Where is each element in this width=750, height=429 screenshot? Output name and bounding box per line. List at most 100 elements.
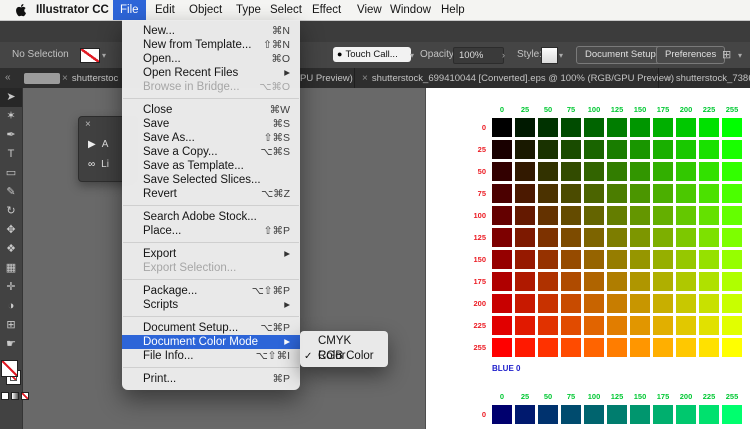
touch-workspace-dropdown[interactable]: ●Touch Call... bbox=[333, 47, 411, 62]
hand-tool[interactable]: ☛ bbox=[0, 335, 22, 354]
submenu-item-cmyk-color[interactable]: CMYK Color bbox=[300, 334, 388, 349]
fill-none-swatch[interactable] bbox=[80, 48, 100, 63]
menu-item-close[interactable]: Close⌘W bbox=[122, 103, 300, 117]
menu-item-document-setup[interactable]: Document Setup...⌥⌘P bbox=[122, 321, 300, 335]
menu-item-label: Save Selected Slices... bbox=[143, 173, 261, 187]
green-axis-label: 125 bbox=[607, 391, 627, 402]
red-axis-label: 0 bbox=[467, 118, 489, 137]
selection-status: No Selection bbox=[12, 49, 69, 60]
opacity-stepper-chevron[interactable]: › bbox=[502, 50, 505, 60]
toolbar-tab-handle[interactable] bbox=[24, 73, 60, 84]
document-tab[interactable]: ×shutterstoc bbox=[62, 68, 118, 88]
rectangle-tool[interactable]: ▭ bbox=[0, 164, 22, 183]
color-cell bbox=[561, 250, 581, 269]
color-cell bbox=[722, 140, 742, 159]
pen-tool[interactable]: ✒ bbox=[0, 126, 22, 145]
tab-close-icon[interactable]: × bbox=[362, 73, 368, 84]
menu-item-new[interactable]: New...⌘N bbox=[122, 24, 300, 38]
submenu-item-rgb-color[interactable]: ✓RGB Color bbox=[300, 349, 388, 364]
menubar-item-help[interactable]: Help bbox=[434, 0, 472, 20]
menu-item-export[interactable]: Export▶ bbox=[122, 247, 300, 261]
menu-item-print[interactable]: Print...⌘P bbox=[122, 372, 300, 386]
menu-item-label: Save a Copy... bbox=[143, 145, 218, 159]
type-tool[interactable]: T bbox=[0, 145, 22, 164]
menu-item-document-color-mode[interactable]: Document Color Mode▶ bbox=[122, 335, 300, 349]
panel-row2-label[interactable]: Li bbox=[101, 159, 109, 170]
menu-item-shortcut: ⌥⌘Z bbox=[261, 187, 290, 201]
style-chevron-icon[interactable]: ▾ bbox=[559, 51, 563, 60]
gradient-mode-button[interactable] bbox=[11, 392, 19, 400]
menu-item-export-selection[interactable]: Export Selection... bbox=[122, 261, 300, 275]
menubar-item-effect[interactable]: Effect bbox=[305, 0, 348, 20]
color-cell bbox=[699, 140, 719, 159]
menubar-item-window[interactable]: Window bbox=[383, 0, 438, 20]
menu-item-file-info[interactable]: File Info...⌥⇧⌘I bbox=[122, 349, 300, 363]
color-cell bbox=[653, 140, 673, 159]
color-cell bbox=[676, 272, 696, 291]
color-cell bbox=[515, 118, 535, 137]
menu-item-save-a-copy[interactable]: Save a Copy...⌥⌘S bbox=[122, 145, 300, 159]
color-cell bbox=[630, 272, 650, 291]
menu-item-scripts[interactable]: Scripts▶ bbox=[122, 298, 300, 312]
collapse-panel-icon[interactable]: « bbox=[5, 68, 11, 88]
menu-item-save[interactable]: Save⌘S bbox=[122, 117, 300, 131]
opacity-input[interactable]: 100% bbox=[453, 47, 504, 64]
axis-corner bbox=[467, 104, 489, 115]
panel-close-icon[interactable]: × bbox=[85, 119, 91, 130]
green-axis-label: 125 bbox=[607, 104, 627, 115]
magic-wand-tool[interactable]: ✶ bbox=[0, 107, 22, 126]
workspace-chevron-icon[interactable]: ▾ bbox=[738, 51, 742, 60]
blend-tool[interactable]: ◑ bbox=[0, 297, 22, 316]
menubar-item-illustrator-cc[interactable]: Illustrator CC bbox=[29, 0, 116, 20]
pencil-tool[interactable]: ✎ bbox=[0, 183, 22, 202]
symbol-sprayer-tool[interactable]: ❖ bbox=[0, 240, 22, 259]
fill-color-swatch[interactable] bbox=[1, 360, 18, 377]
menu-item-save-selected-slices[interactable]: Save Selected Slices... bbox=[122, 173, 300, 187]
selection-tool[interactable]: ➤ bbox=[0, 88, 22, 107]
document-setup-button[interactable]: Document Setup bbox=[576, 46, 665, 64]
menu-item-label: Place... bbox=[143, 224, 181, 238]
menu-item-open-recent-files[interactable]: Open Recent Files▶ bbox=[122, 66, 300, 80]
menubar-item-object[interactable]: Object bbox=[182, 0, 229, 20]
workspace-switcher-icon[interactable]: ⊞ bbox=[722, 48, 731, 61]
color-cell bbox=[538, 316, 558, 335]
menu-item-revert[interactable]: Revert⌥⌘Z bbox=[122, 187, 300, 201]
menu-item-new-from-template[interactable]: New from Template...⇧⌘N bbox=[122, 38, 300, 52]
fill-chevron-icon[interactable]: ▾ bbox=[102, 51, 106, 60]
mesh-tool[interactable]: ▦ bbox=[0, 259, 22, 278]
document-tab[interactable]: ×shutterstock_699410044 [Converted].eps … bbox=[354, 68, 674, 88]
color-cell bbox=[515, 140, 535, 159]
rotate-tool[interactable]: ↻ bbox=[0, 202, 22, 221]
menu-item-browse-in-bridge[interactable]: Browse in Bridge...⌥⌘O bbox=[122, 80, 300, 94]
menubar-item-select[interactable]: Select bbox=[263, 0, 309, 20]
document-tab[interactable]: PU Preview) bbox=[300, 68, 353, 88]
artboard-tool[interactable]: ⊞ bbox=[0, 316, 22, 335]
green-axis-label: 255 bbox=[722, 104, 742, 115]
free-transform-tool[interactable]: ✥ bbox=[0, 221, 22, 240]
panel-row1-label[interactable]: A bbox=[102, 139, 109, 150]
menu-item-open[interactable]: Open...⌘O bbox=[122, 52, 300, 66]
color-cell bbox=[607, 228, 627, 247]
style-swatch[interactable] bbox=[541, 47, 558, 64]
menu-item-save-as[interactable]: Save As...⇧⌘S bbox=[122, 131, 300, 145]
color-cell bbox=[584, 294, 604, 313]
document-tab[interactable]: ×shutterstock_7386560 bbox=[658, 68, 750, 88]
none-mode-button[interactable] bbox=[21, 392, 29, 400]
eyedropper-tool[interactable]: ✛ bbox=[0, 278, 22, 297]
color-mode-button[interactable] bbox=[1, 392, 9, 400]
tab-close-icon[interactable]: × bbox=[666, 73, 672, 84]
color-cell bbox=[561, 294, 581, 313]
menubar-item-file[interactable]: File bbox=[113, 0, 146, 20]
preferences-button[interactable]: Preferences bbox=[656, 46, 725, 64]
menu-item-search-adobe-stock[interactable]: Search Adobe Stock... bbox=[122, 210, 300, 224]
menu-item-place[interactable]: Place...⇧⌘P bbox=[122, 224, 300, 238]
tab-close-icon[interactable]: × bbox=[62, 73, 68, 84]
color-cell bbox=[699, 162, 719, 181]
menu-item-package[interactable]: Package...⌥⇧⌘P bbox=[122, 284, 300, 298]
apple-menu-icon[interactable] bbox=[15, 3, 28, 17]
menubar-item-edit[interactable]: Edit bbox=[148, 0, 182, 20]
menu-item-save-as-template[interactable]: Save as Template... bbox=[122, 159, 300, 173]
color-cell bbox=[722, 184, 742, 203]
color-cell bbox=[584, 162, 604, 181]
touch-dropdown-chevron-icon[interactable]: ▾ bbox=[410, 51, 414, 60]
